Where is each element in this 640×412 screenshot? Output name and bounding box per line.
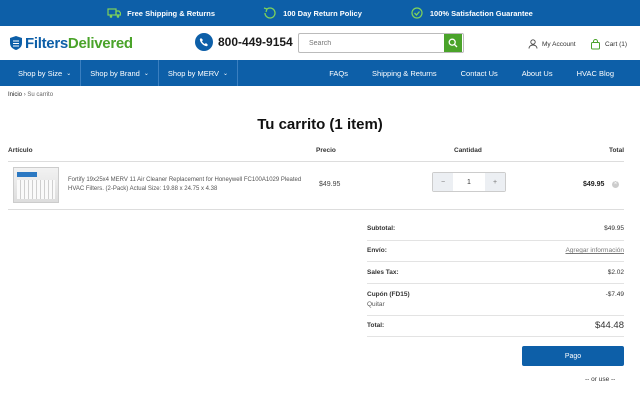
coupon-label: Cupón (FD15) xyxy=(367,291,410,298)
promo-guarantee-label: 100% Satisfaction Guarantee xyxy=(429,8,533,18)
nav-shipping-returns[interactable]: Shipping & Returns xyxy=(360,69,449,78)
nav-hvac-blog[interactable]: HVAC Blog xyxy=(565,69,626,78)
cart-icon xyxy=(591,39,600,50)
user-icon xyxy=(528,39,538,49)
nav-shop-by-size[interactable]: Shop by Size ⌄ xyxy=(0,60,82,86)
search-icon xyxy=(448,38,458,48)
total-value: $44.48 xyxy=(594,320,624,331)
page-title: Tu carrito (1 item) xyxy=(257,116,383,133)
cart-table-header: Artículo Precio Cantidad Total xyxy=(8,147,624,157)
nav-shop-by-merv[interactable]: Shop by MERV ⌄ xyxy=(159,60,239,86)
divider xyxy=(367,315,624,316)
product-image[interactable] xyxy=(13,167,59,203)
chevron-down-icon: ⌄ xyxy=(223,70,229,77)
nav-about-us[interactable]: About Us xyxy=(510,69,565,78)
coupon-value: -$7.49 xyxy=(605,291,624,298)
breadcrumb-current: Su carrito xyxy=(27,92,54,98)
chevron-down-icon: ⌄ xyxy=(143,70,149,77)
site-header: FiltersDelivered 800-449-9154 My Account… xyxy=(0,26,640,60)
truck-icon xyxy=(107,8,122,18)
promo-shipping: Free Shipping & Returns xyxy=(107,7,215,19)
pay-button[interactable]: Pago xyxy=(522,346,624,366)
total-label: Total: xyxy=(367,322,385,329)
promo-returns: 100 Day Return Policy xyxy=(263,7,362,19)
divider xyxy=(367,240,624,241)
nav-shop-by-brand-label: Shop by Brand xyxy=(90,68,140,78)
product-price: $49.95 xyxy=(319,181,341,188)
divider xyxy=(8,161,624,162)
coupon-remove-link[interactable]: Quitar xyxy=(367,301,385,308)
promo-guarantee: 100% Satisfaction Guarantee xyxy=(410,7,533,19)
divider xyxy=(367,336,624,337)
tax-label: Sales Tax: xyxy=(367,269,399,276)
nav-contact-us[interactable]: Contact Us xyxy=(449,69,510,78)
table-row: Fortify 19x25x4 MERV 11 Air Cleaner Repl… xyxy=(8,166,624,206)
row-total: $49.95 xyxy=(583,181,605,188)
logo-text-delivered: Delivered xyxy=(67,34,133,52)
shield-icon xyxy=(10,36,22,50)
divider xyxy=(367,283,624,284)
shipping-add-info-link[interactable]: Agregar información xyxy=(565,247,624,254)
nav-shop-by-brand[interactable]: Shop by Brand ⌄ xyxy=(81,60,159,86)
nav-faqs[interactable]: FAQs xyxy=(317,69,360,78)
subtotal-value: $49.95 xyxy=(604,225,624,232)
subtotal-label: Subtotal: xyxy=(367,225,396,232)
guarantee-icon xyxy=(411,7,423,19)
nav-shop-by-merv-label: Shop by MERV xyxy=(167,68,220,78)
tax-value: $2.02 xyxy=(607,269,624,276)
main-nav: Shop by Size ⌄ Shop by Brand ⌄ Shop by MER… xyxy=(0,60,640,86)
cart-label: Cart (1) xyxy=(605,41,628,48)
quantity-increase-button[interactable]: + xyxy=(485,173,505,191)
promo-bar: Free Shipping & Returns 100 Day Return P… xyxy=(0,0,640,26)
or-use-text: -- or use -- xyxy=(585,376,616,383)
search-button[interactable] xyxy=(444,34,462,52)
phone-number-text: 800-449-9154 xyxy=(218,35,293,49)
my-account-label: My Account xyxy=(542,40,576,48)
return-icon xyxy=(263,7,276,19)
breadcrumb: Inicio › Su carrito xyxy=(0,86,640,104)
phone-icon xyxy=(195,33,213,51)
remove-item-button[interactable]: × xyxy=(612,181,619,188)
quantity-value[interactable]: 1 xyxy=(453,173,485,191)
divider xyxy=(8,209,624,210)
search-box xyxy=(298,33,464,53)
search-input[interactable] xyxy=(299,34,444,52)
promo-returns-label: 100 Day Return Policy xyxy=(283,8,362,18)
chevron-down-icon: ⌄ xyxy=(66,70,72,77)
cart-link[interactable]: Cart (1) xyxy=(590,39,627,50)
nav-shop-by-size-label: Shop by Size xyxy=(18,68,63,78)
site-logo[interactable]: Filters Delivered xyxy=(10,35,133,52)
divider xyxy=(367,261,624,262)
promo-shipping-label: Free Shipping & Returns xyxy=(127,8,216,18)
header-total: Total xyxy=(608,147,624,154)
header-price: Precio xyxy=(316,147,336,154)
my-account-link[interactable]: My Account xyxy=(528,39,576,49)
shipping-label: Envío: xyxy=(367,247,387,254)
logo-text-filters: Filters xyxy=(25,34,68,52)
header-qty: Cantidad xyxy=(454,147,482,154)
header-item: Artículo xyxy=(8,147,33,154)
phone-number[interactable]: 800-449-9154 xyxy=(195,33,293,51)
breadcrumb-home[interactable]: Inicio xyxy=(8,92,22,98)
product-name[interactable]: Fortify 19x25x4 MERV 11 Air Cleaner Repl… xyxy=(68,176,308,194)
quantity-decrease-button[interactable]: − xyxy=(433,173,453,191)
quantity-stepper: − 1 + xyxy=(432,172,506,192)
